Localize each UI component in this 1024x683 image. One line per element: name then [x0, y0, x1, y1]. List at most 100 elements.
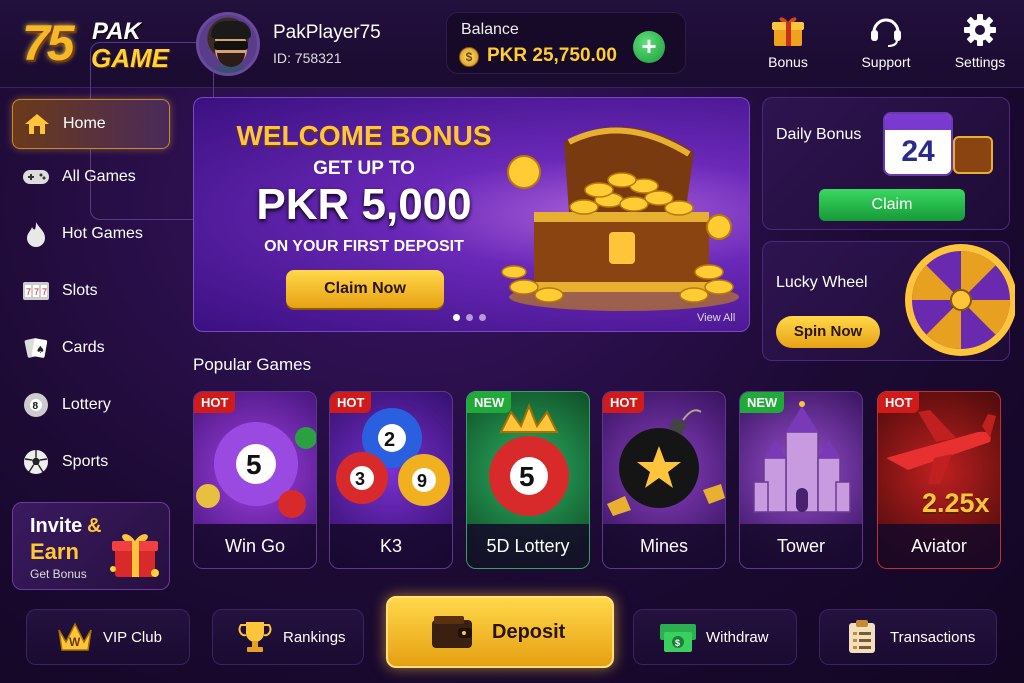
- svg-text:$: $: [675, 638, 680, 648]
- coin-icon: $: [459, 47, 479, 67]
- settings-button[interactable]: Settings: [940, 10, 1020, 70]
- sidebar-item-home[interactable]: Home: [12, 99, 170, 149]
- earn-title: Earn: [30, 539, 79, 564]
- daily-claim-button[interactable]: Claim: [819, 189, 965, 221]
- game-name: K3: [330, 524, 452, 568]
- vip-club-button[interactable]: W VIP Club: [26, 609, 190, 665]
- carousel-dots[interactable]: [453, 314, 486, 321]
- lottery-ball-icon: 8: [22, 391, 50, 419]
- lucky-wheel-card: Lucky Wheel Spin Now: [762, 241, 1017, 361]
- sidebar-item-cards[interactable]: ♠ Cards: [12, 323, 170, 373]
- game-name: Tower: [740, 524, 862, 568]
- headset-icon: [846, 10, 926, 50]
- bonus-button[interactable]: Bonus: [748, 10, 828, 70]
- banner-subtitle: GET UP TO: [313, 158, 415, 179]
- sidebar-item-label: Slots: [62, 282, 98, 299]
- hot-badge: HOT: [194, 392, 236, 413]
- claim-now-button[interactable]: Claim Now: [286, 270, 444, 308]
- game-name: Mines: [603, 524, 725, 568]
- hot-badge: HOT: [603, 392, 645, 413]
- rankings-button[interactable]: Rankings: [212, 609, 364, 665]
- deposit-button[interactable]: Deposit: [386, 596, 614, 668]
- withdraw-button[interactable]: $ Withdraw: [633, 609, 797, 665]
- balance-amount: PKR 25,750.00: [487, 45, 617, 66]
- add-funds-button[interactable]: +: [633, 31, 665, 63]
- gift-box-icon: [109, 525, 161, 577]
- gift-icon: [748, 10, 828, 50]
- invite-ampersand: &: [87, 515, 102, 537]
- sidebar-item-label: Lottery: [62, 396, 111, 413]
- balance-label: Balance: [461, 21, 519, 38]
- deposit-label: Deposit: [492, 620, 566, 643]
- sidebar-item-slots[interactable]: 777 Slots: [12, 266, 170, 316]
- balance-panel: Balance $ PKR 25,750.00 +: [446, 12, 686, 74]
- svg-text:5: 5: [246, 449, 262, 480]
- sidebar-item-lottery[interactable]: 8 Lottery: [12, 380, 170, 430]
- sidebar-item-label: Cards: [62, 339, 105, 356]
- settings-label: Settings: [954, 54, 1006, 70]
- vip-club-label: VIP Club: [103, 628, 162, 646]
- avatar[interactable]: [196, 12, 260, 76]
- calendar-day: 24: [901, 135, 935, 168]
- flame-icon: [22, 220, 50, 248]
- withdraw-label: Withdraw: [706, 628, 769, 646]
- crown-icon: W: [55, 617, 95, 657]
- svg-text:W: W: [69, 635, 81, 649]
- small-chest-icon: [953, 136, 993, 174]
- banner-amount: PKR 5,000: [256, 180, 472, 229]
- svg-text:7: 7: [26, 287, 31, 297]
- sidebar-item-all-games[interactable]: All Games: [12, 152, 170, 202]
- hot-badge: HOT: [330, 392, 372, 413]
- cards-icon: ♠: [22, 334, 50, 362]
- slots-icon: 777: [22, 277, 50, 305]
- svg-text:2: 2: [384, 429, 395, 451]
- game-card-aviator[interactable]: HOT 2.25x Aviator: [877, 391, 1001, 569]
- transactions-button[interactable]: Transactions: [819, 609, 997, 665]
- game-card-mines[interactable]: HOT Mines: [602, 391, 726, 569]
- welcome-bonus-banner[interactable]: WELCOME BONUS GET UP TO PKR 5,000 ON YOU…: [193, 97, 750, 332]
- logo-number: 75: [22, 15, 75, 71]
- sidebar-item-label: Sports: [62, 453, 109, 470]
- spin-now-button[interactable]: Spin Now: [776, 316, 880, 348]
- hot-badge: HOT: [878, 392, 920, 413]
- sidebar-item-hot-games[interactable]: Hot Games: [12, 209, 170, 259]
- svg-text:7: 7: [42, 287, 47, 297]
- game-card-win-go[interactable]: HOT 5 Win Go: [193, 391, 317, 569]
- trophy-icon: [235, 617, 275, 657]
- transactions-label: Transactions: [890, 628, 976, 646]
- banner-description: ON YOUR FIRST DEPOSIT: [264, 238, 464, 255]
- svg-text:3: 3: [355, 469, 365, 489]
- sidebar-item-label: All Games: [62, 168, 136, 185]
- carousel-dot: [466, 314, 473, 321]
- banner-title: WELCOME BONUS: [236, 120, 492, 151]
- game-name: 5D Lottery: [467, 524, 589, 568]
- game-name: Win Go: [194, 524, 316, 568]
- game-card-5d-lottery[interactable]: NEW 5 5D Lottery: [466, 391, 590, 569]
- get-bonus-label: Get Bonus: [30, 567, 87, 581]
- game-card-k3[interactable]: HOT 23 9 K3: [329, 391, 453, 569]
- prize-wheel-icon: [903, 242, 1017, 360]
- calendar-icon: 24: [883, 112, 953, 176]
- gamepad-icon: [22, 163, 50, 191]
- bonus-label: Bonus: [768, 54, 808, 70]
- svg-text:7: 7: [34, 287, 39, 297]
- support-button[interactable]: Support: [846, 10, 926, 70]
- view-all-link[interactable]: View All: [697, 312, 735, 324]
- wallet-icon: [430, 610, 474, 654]
- sidebar: Home All Games Hot Games 777 Slots ♠ Car…: [0, 90, 178, 600]
- cash-icon: $: [658, 617, 698, 657]
- game-card-tower[interactable]: NEW Tower: [739, 391, 863, 569]
- svg-text:8: 8: [33, 401, 39, 412]
- svg-text:5: 5: [519, 461, 535, 492]
- invite-earn-card[interactable]: Invite & Earn Get Bonus: [12, 502, 170, 590]
- game-name: Aviator: [878, 524, 1000, 568]
- soccer-ball-icon: [22, 448, 50, 476]
- multiplier-label: 2.25x: [922, 488, 990, 518]
- svg-text:9: 9: [417, 471, 427, 491]
- new-badge: NEW: [467, 392, 512, 413]
- brand-logo[interactable]: 75 PAK GAME: [22, 14, 214, 220]
- carousel-dot: [479, 314, 486, 321]
- sidebar-item-sports[interactable]: Sports: [12, 437, 170, 487]
- daily-bonus-title: Daily Bonus: [776, 126, 862, 143]
- gear-icon: [940, 10, 1020, 50]
